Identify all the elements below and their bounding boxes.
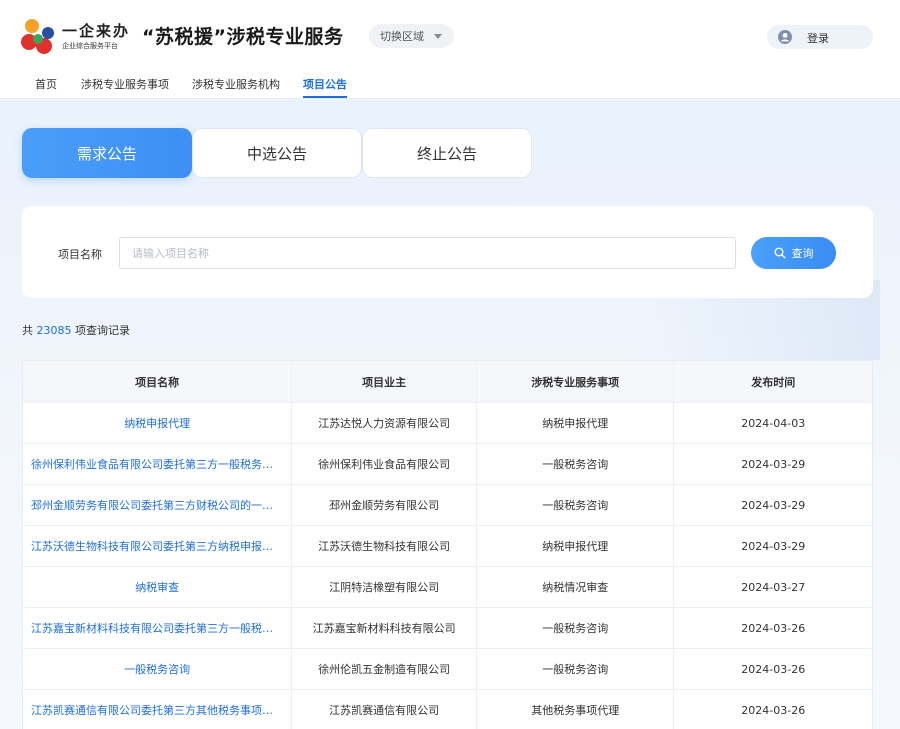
project-owner: 江苏沃德生物科技有限公司	[292, 526, 477, 566]
publish-date: 2024-03-26	[741, 703, 806, 717]
service-item: 纳税申报代理	[477, 526, 675, 566]
record-count-suffix: 项查询记录	[75, 324, 130, 337]
table-row: 江苏沃德生物科技有限公司委托第三方纳税申报… 江苏沃德生物科技有限公司 纳税申报…	[23, 525, 872, 566]
logo-title: 一企来办	[62, 22, 131, 40]
project-owner: 徐州伦凯五金制造有限公司	[292, 649, 477, 689]
logo-subtitle: 企业综合服务平台	[62, 42, 118, 50]
search-input[interactable]	[119, 237, 736, 269]
region-switch-label: 切换区域	[380, 30, 424, 43]
table-row: 邳州金顺劳务有限公司委托第三方财税公司的一… 邳州金顺劳务有限公司 一般税务咨询…	[23, 484, 872, 525]
search-button-label: 查询	[791, 247, 814, 260]
table-row: 一般税务咨询 徐州伦凯五金制造有限公司 一般税务咨询 2024-03-26	[23, 648, 872, 689]
table-row: 江苏凯赛通信有限公司委托第三方其他税务事项… 江苏凯赛通信有限公司 其他税务事项…	[23, 689, 872, 729]
record-count: 共 23085 项查询记录	[22, 322, 130, 338]
login-label: 登录	[807, 32, 829, 45]
nav-item-home[interactable]: 首页	[35, 76, 57, 98]
table-row: 徐州保利伟业食品有限公司委托第三方一般税务… 徐州保利伟业食品有限公司 一般税务…	[23, 443, 872, 484]
tab-terminated-announcement[interactable]: 终止公告	[362, 128, 532, 178]
table-row: 纳税审查 江阴特洁橡塑有限公司 纳税情况审查 2024-03-27	[23, 566, 872, 607]
service-item: 纳税情况审查	[477, 567, 675, 607]
column-header-service: 涉税专业服务事项	[477, 361, 675, 402]
announcement-table: 项目名称 项目业主 涉税专业服务事项 发布时间 纳税申报代理 江苏达悦人力资源有…	[22, 360, 873, 729]
service-item: 一般税务咨询	[477, 649, 675, 689]
table-row: 江苏嘉宝新材料科技有限公司委托第三方一般税… 江苏嘉宝新材料科技有限公司 一般税…	[23, 607, 872, 648]
table-row: 纳税申报代理 江苏达悦人力资源有限公司 纳税申报代理 2024-04-03	[23, 402, 872, 443]
search-button[interactable]: 查询	[751, 237, 836, 269]
project-name-link[interactable]: 江苏沃德生物科技有限公司委托第三方纳税申报…	[23, 526, 293, 566]
region-switch-dropdown[interactable]: 切换区域	[369, 24, 454, 48]
publish-date: 2024-03-27	[741, 580, 806, 594]
publish-date: 2024-03-29	[741, 498, 806, 512]
publish-date: 2024-03-29	[741, 539, 806, 553]
service-item: 一般税务咨询	[477, 444, 675, 484]
project-name-link[interactable]: 江苏凯赛通信有限公司委托第三方其他税务事项…	[23, 690, 293, 729]
column-header-owner: 项目业主	[292, 361, 477, 402]
service-item: 纳税申报代理	[477, 403, 675, 443]
caret-down-icon	[434, 34, 442, 39]
site-title: “苏税援”涉税专业服务	[142, 26, 344, 48]
search-label: 项目名称	[58, 248, 102, 261]
project-name-link[interactable]: 纳税申报代理	[23, 403, 293, 443]
record-count-number: 23085	[36, 324, 72, 337]
nav-item-service-agencies[interactable]: 涉税专业服务机构	[192, 76, 280, 98]
table-header-row: 项目名称 项目业主 涉税专业服务事项 发布时间	[23, 361, 872, 402]
project-name-link[interactable]: 一般税务咨询	[23, 649, 293, 689]
publish-date: 2024-03-26	[741, 621, 806, 635]
project-name-link[interactable]: 徐州保利伟业食品有限公司委托第三方一般税务…	[23, 444, 293, 484]
brand-logo-icon	[21, 19, 54, 54]
nav-item-service-items[interactable]: 涉税专业服务事项	[81, 76, 169, 98]
search-icon	[774, 247, 786, 259]
project-owner: 邳州金顺劳务有限公司	[292, 485, 477, 525]
tab-demand-announcement[interactable]: 需求公告	[22, 128, 192, 178]
search-panel: 项目名称 查询	[22, 206, 873, 298]
publish-date: 2024-04-03	[741, 416, 806, 430]
top-header: 一企来办 企业综合服务平台 “苏税援”涉税专业服务 切换区域 登录 首页 涉税专…	[0, 0, 900, 99]
publish-date: 2024-03-26	[741, 662, 806, 676]
project-name-link[interactable]: 邳州金顺劳务有限公司委托第三方财税公司的一…	[23, 485, 293, 525]
project-owner: 江苏嘉宝新材料科技有限公司	[292, 608, 477, 648]
service-item: 一般税务咨询	[477, 608, 675, 648]
project-owner: 江苏达悦人力资源有限公司	[292, 403, 477, 443]
service-item: 其他税务事项代理	[477, 690, 675, 729]
publish-date: 2024-03-29	[741, 457, 806, 471]
project-name-link[interactable]: 江苏嘉宝新材料科技有限公司委托第三方一般税…	[23, 608, 293, 648]
column-header-project-name: 项目名称	[23, 361, 293, 402]
project-owner: 江阴特洁橡塑有限公司	[292, 567, 477, 607]
nav-item-announcements[interactable]: 项目公告	[303, 76, 347, 98]
tab-selected-announcement[interactable]: 中选公告	[192, 128, 362, 178]
project-owner: 江苏凯赛通信有限公司	[292, 690, 477, 729]
login-button[interactable]: 登录	[767, 25, 873, 49]
project-owner: 徐州保利伟业食品有限公司	[292, 444, 477, 484]
project-name-link[interactable]: 纳税审查	[23, 567, 293, 607]
service-item: 一般税务咨询	[477, 485, 675, 525]
record-count-prefix: 共	[22, 324, 33, 337]
user-icon	[778, 30, 792, 44]
column-header-date: 发布时间	[751, 375, 796, 389]
